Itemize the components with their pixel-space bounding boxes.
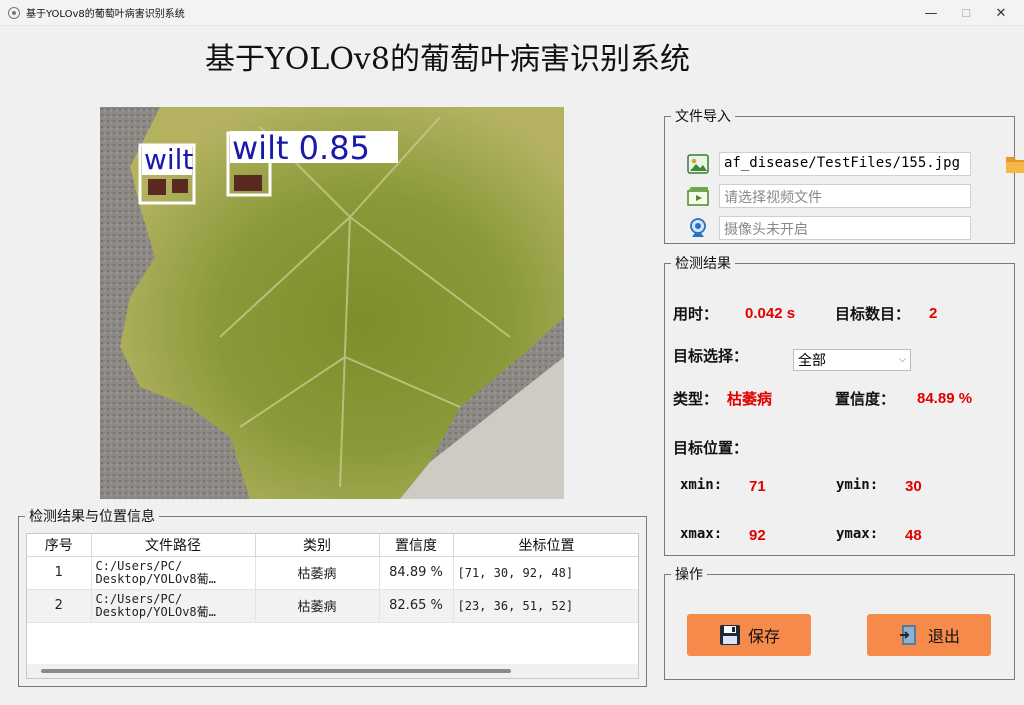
exit-button[interactable]: 退出 — [867, 614, 991, 656]
scrollbar-thumb[interactable] — [41, 669, 511, 673]
save-disk-icon — [719, 625, 740, 645]
camera-status-field[interactable]: 摄像头未开启 — [719, 216, 971, 240]
xmin-value: 71 — [749, 478, 766, 495]
count-label: 目标数目： — [835, 305, 911, 323]
row-coords: [23, 36, 51, 52] — [453, 589, 638, 623]
confidence-label: 置信度： — [835, 390, 896, 408]
operations-group: 操作 保存 退出 — [664, 564, 1015, 680]
image-file-row: af_disease/TestFiles/155.jpg — [687, 152, 1024, 176]
detection-result-group: 检测结果 用时： 0.042 s 目标数目： 2 目标选择： 全部 ⌵ 类型： … — [664, 253, 1015, 556]
row-confidence: 84.89 % — [379, 556, 454, 590]
video-path-field[interactable]: 请选择视频文件 — [719, 184, 971, 208]
type-value: 枯萎病 — [727, 391, 773, 408]
window-titlebar: 基于YOLOv8的葡萄叶病害识别系统 — ☐ ✕ — [0, 0, 1024, 26]
row-index: 2 — [27, 589, 92, 623]
header-index[interactable]: 序号 — [27, 534, 92, 557]
page-title: 基于YOLOv8的葡萄叶病害识别系统 — [205, 42, 690, 77]
image-file-icon[interactable] — [687, 153, 709, 175]
close-button[interactable]: ✕ — [978, 0, 1024, 26]
table-row[interactable]: 1 C:/Users/PC/Desktop/YOLOv8葡… 枯萎病 84.89… — [27, 556, 638, 590]
time-value: 0.042 s — [745, 305, 796, 322]
image-path-field[interactable]: af_disease/TestFiles/155.jpg — [719, 152, 971, 176]
row-path-line2: Desktop/YOLOv8葡… — [95, 571, 216, 586]
row-path: C:/Users/PC/Desktop/YOLOv8葡… — [91, 589, 256, 623]
row-path-line1: C:/Users/PC/ — [95, 591, 183, 606]
results-table[interactable]: 序号 文件路径 类别 置信度 坐标位置 1 C:/Users/PC/Deskto… — [26, 533, 639, 679]
camera-row: 摄像头未开启 — [687, 216, 971, 240]
video-file-row: 请选择视频文件 — [687, 184, 971, 208]
row-category: 枯萎病 — [255, 589, 380, 623]
header-category[interactable]: 类别 — [255, 534, 380, 557]
webcam-icon[interactable] — [687, 217, 709, 239]
count-value: 2 — [929, 305, 938, 322]
position-label: 目标位置： — [673, 439, 749, 457]
ymax-label: ymax: — [836, 526, 879, 542]
save-button-label: 保存 — [747, 627, 780, 646]
row-index: 1 — [27, 556, 92, 590]
type-label: 类型： — [673, 390, 719, 408]
chevron-down-icon: ⌵ — [899, 355, 906, 365]
time-label: 用时： — [673, 305, 719, 323]
detection-image: wilt wilt 0.85 — [100, 107, 564, 499]
file-import-legend: 文件导入 — [675, 109, 731, 125]
target-select-label: 目标选择： — [673, 347, 749, 365]
app-icon — [8, 6, 20, 19]
row-path-line2: Desktop/YOLOv8葡… — [95, 604, 216, 619]
row-path: C:/Users/PC/Desktop/YOLOv8葡… — [91, 556, 256, 590]
window-title: 基于YOLOv8的葡萄叶病害识别系统 — [26, 9, 185, 20]
header-path[interactable]: 文件路径 — [91, 534, 256, 557]
ymax-value: 48 — [905, 527, 922, 544]
detection-label-1: wilt — [144, 143, 193, 176]
operations-legend: 操作 — [675, 567, 703, 583]
target-select[interactable]: 全部 ⌵ — [793, 349, 911, 371]
grape-leaf-image: wilt wilt 0.85 — [100, 107, 564, 499]
save-button[interactable]: 保存 — [687, 614, 811, 656]
table-header-row: 序号 文件路径 类别 置信度 坐标位置 — [27, 534, 638, 557]
detection-label-2: wilt 0.85 — [232, 129, 370, 167]
ymin-label: ymin: — [836, 477, 879, 493]
file-import-group: 文件导入 af_disease/TestFiles/155.jpg 请选择视频文… — [664, 106, 1024, 244]
row-category: 枯萎病 — [255, 556, 380, 590]
results-table-legend: 检测结果与位置信息 — [29, 509, 155, 525]
table-row[interactable]: 2 C:/Users/PC/Desktop/YOLOv8葡… 枯萎病 82.65… — [27, 589, 638, 623]
ymin-value: 30 — [905, 478, 922, 495]
video-file-icon[interactable] — [687, 185, 709, 207]
xmax-value: 92 — [749, 527, 766, 544]
horizontal-scrollbar[interactable] — [27, 664, 638, 678]
exit-door-icon — [899, 625, 916, 645]
header-confidence[interactable]: 置信度 — [379, 534, 454, 557]
row-path-line1: C:/Users/PC/ — [95, 558, 183, 573]
xmax-label: xmax: — [680, 526, 723, 542]
confidence-value: 84.89 % — [917, 390, 973, 407]
exit-button-label: 退出 — [927, 627, 960, 646]
target-select-value: 全部 — [798, 353, 826, 369]
folder-icon[interactable] — [1005, 152, 1024, 176]
xmin-label: xmin: — [680, 477, 723, 493]
detection-result-legend: 检测结果 — [675, 256, 731, 272]
row-coords: [71, 30, 92, 48] — [453, 556, 638, 590]
header-coords[interactable]: 坐标位置 — [453, 534, 638, 557]
row-confidence: 82.65 % — [379, 589, 454, 623]
